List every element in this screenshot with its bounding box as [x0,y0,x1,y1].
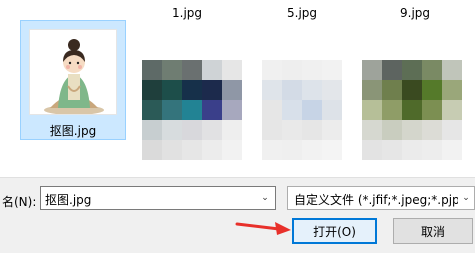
selected-file-label: 抠图.jpg [49,124,97,138]
chevron-down-icon[interactable]: ⌄ [458,187,474,209]
girl-figure-image [44,39,104,114]
filetype-value[interactable]: 自定义文件 (*.jfif;*.jpeg;*.pjp;* [294,191,470,208]
open-button[interactable]: 打开(O) [292,218,377,244]
filename-value[interactable]: 抠图.jpg [45,191,91,208]
filename-label: 名(N): [2,195,37,209]
file-thumbnail-5[interactable] [262,60,342,160]
file-list-area[interactable]: 1.jpg 5.jpg 9.jpg 抠图.jpg [0,0,475,177]
file-thumbnail [29,29,117,115]
filetype-select[interactable]: 自定义文件 (*.jfif;*.jpeg;*.pjp;* ⌄ [287,186,475,210]
file-name-9[interactable]: 9.jpg [400,6,430,20]
file-thumbnail-1[interactable] [142,60,242,160]
red-arrow-annotation [235,222,291,235]
file-thumbnail-9[interactable] [362,60,462,160]
selected-file-tile[interactable]: 抠图.jpg [20,20,126,140]
filename-input[interactable]: 抠图.jpg ⌄ [40,186,276,210]
chevron-down-icon[interactable]: ⌄ [257,189,273,207]
file-name-1[interactable]: 1.jpg [172,6,202,20]
file-name-5[interactable]: 5.jpg [287,6,317,20]
cancel-button[interactable]: 取消 [393,218,473,244]
